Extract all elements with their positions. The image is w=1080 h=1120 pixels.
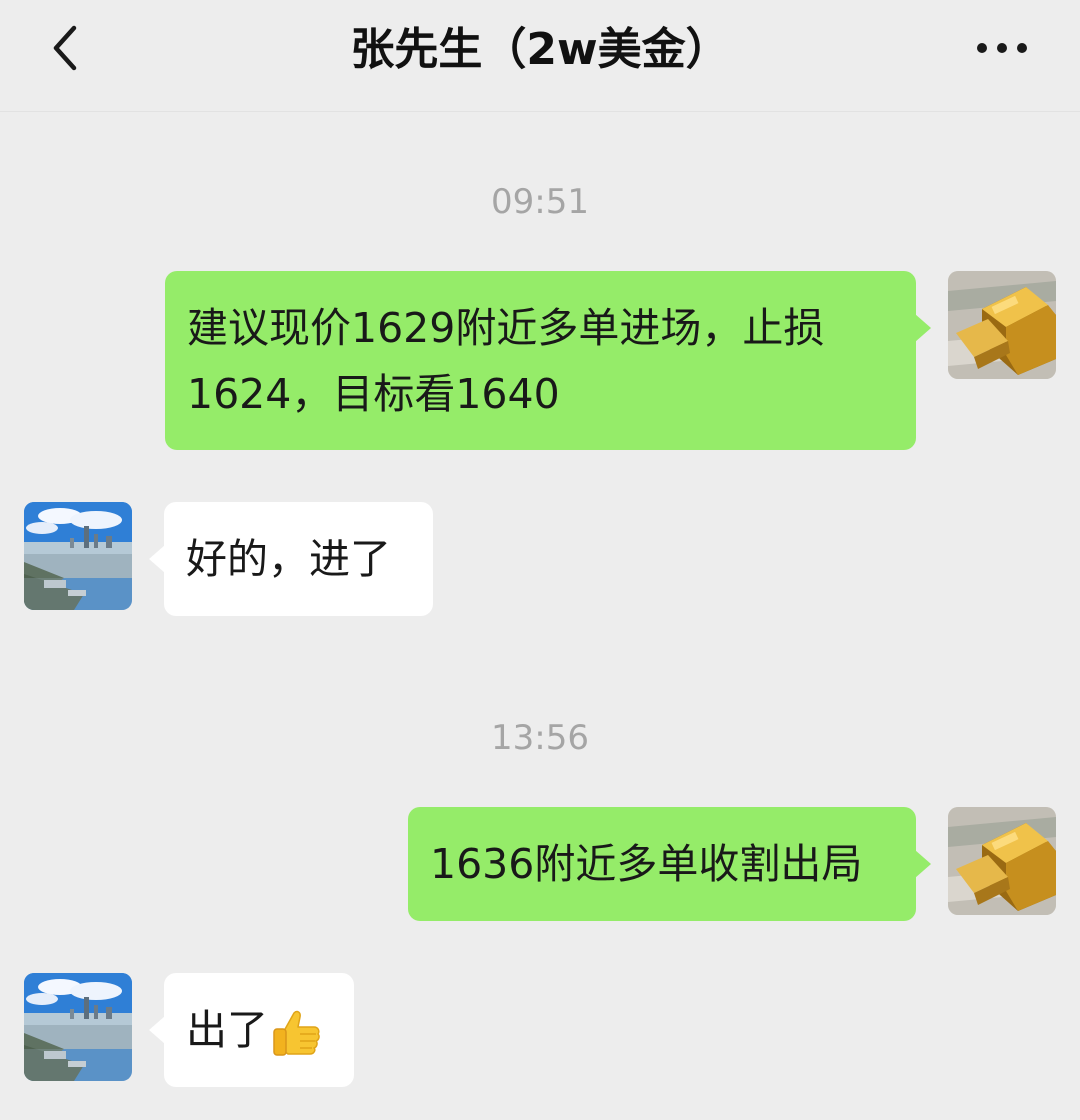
city-skyline-avatar-image bbox=[24, 502, 132, 610]
chat-screen: 张先生（2w美金） 09:51 建议现价1629附近多单进场，止损 1624，目… bbox=[0, 0, 1080, 1120]
message-text: 好的，进了 bbox=[186, 535, 391, 583]
message-text: 建议现价1629附近多单进场，止损 1624，目标看1640 bbox=[187, 304, 825, 418]
message-timestamp: 13:56 bbox=[491, 718, 589, 758]
my-avatar[interactable] bbox=[948, 807, 1056, 915]
incoming-message-bubble[interactable]: 好的，进了 bbox=[149, 502, 433, 616]
my-avatar[interactable] bbox=[948, 271, 1056, 379]
outgoing-message-bubble[interactable]: 1636附近多单收割出局 bbox=[408, 807, 931, 921]
more-button[interactable] bbox=[970, 30, 1034, 66]
contact-avatar[interactable] bbox=[24, 502, 132, 610]
outgoing-message-bubble[interactable]: 建议现价1629附近多单进场，止损 1624，目标看1640 bbox=[165, 271, 931, 450]
thumbs-up-emoji-icon bbox=[273, 1010, 320, 1056]
gold-bar-avatar-image bbox=[948, 807, 1056, 915]
message-text: 1636附近多单收割出局 bbox=[430, 840, 863, 888]
chat-header: 张先生（2w美金） bbox=[0, 0, 1080, 112]
city-skyline-avatar-image bbox=[24, 973, 132, 1081]
message-text: 出了 bbox=[186, 1006, 268, 1054]
gold-bar-avatar-image bbox=[948, 271, 1056, 379]
contact-avatar[interactable] bbox=[24, 973, 132, 1081]
more-dots-icon bbox=[977, 43, 1027, 53]
incoming-message-bubble[interactable]: 出了 bbox=[149, 973, 354, 1087]
message-timestamp: 09:51 bbox=[491, 182, 589, 222]
chat-title: 张先生（2w美金） bbox=[350, 24, 730, 75]
